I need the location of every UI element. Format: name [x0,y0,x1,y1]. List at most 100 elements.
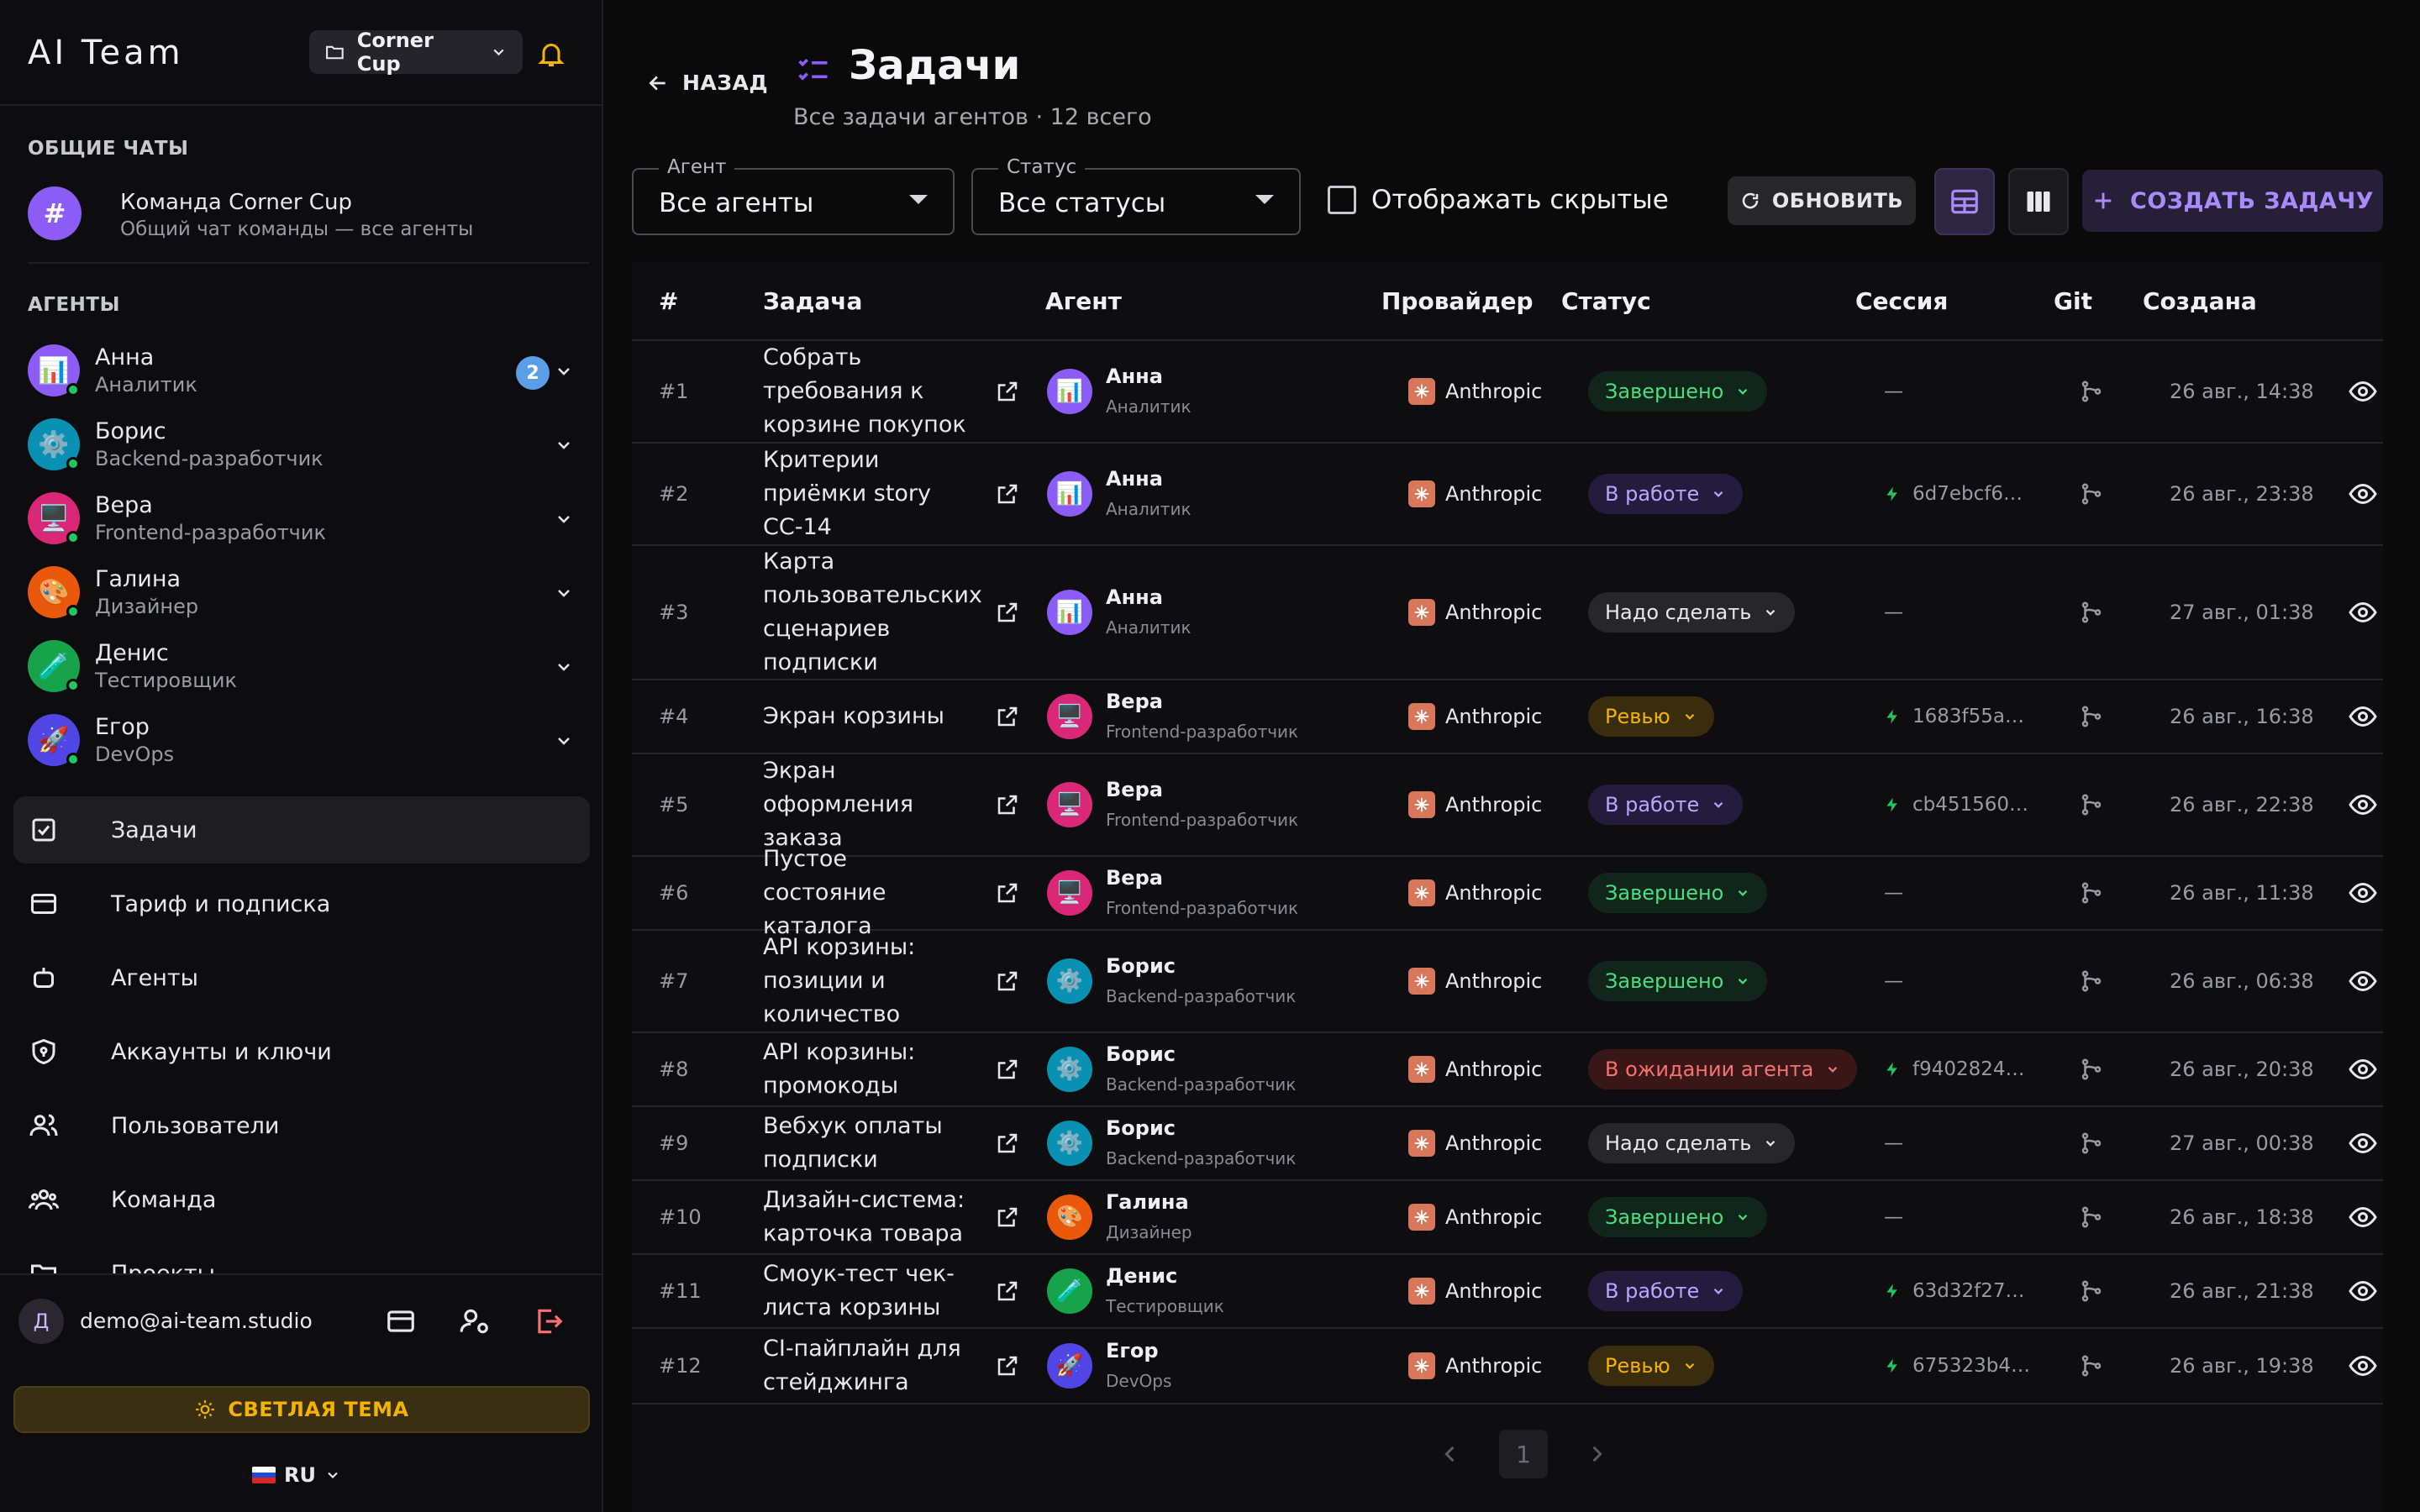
show-hidden-toggle[interactable]: Отображать скрытые [1328,185,1669,215]
sidebar-nav-item[interactable]: Задачи [13,796,590,864]
table-row[interactable]: #7 API корзины: позиции и количество ⚙️ … [632,931,2383,1033]
chevron-right-icon[interactable] [1585,1442,1608,1466]
chevron-down-icon[interactable] [554,361,574,381]
external-link-icon[interactable] [995,704,1020,729]
table-row[interactable]: #1 Собрать требования к корзине покупок … [632,341,2383,444]
show-hidden-checkbox[interactable] [1328,186,1356,214]
task-title[interactable]: Экран корзины [763,700,973,733]
git-branch-icon[interactable] [2079,792,2104,817]
eye-icon[interactable] [2348,1202,2378,1232]
git-branch-icon[interactable] [2079,1205,2104,1230]
table-row[interactable]: #4 Экран корзины 🖥️ Вера Frontend-разраб… [632,680,2383,754]
status-filter-select[interactable]: Статус Все статусы [971,156,1301,235]
status-badge[interactable]: В работе [1588,1271,1744,1311]
eye-icon[interactable] [2348,1276,2378,1306]
table-row[interactable]: #11 Смоук-тест чек-листа корзины 🧪 Денис… [632,1255,2383,1329]
bell-icon[interactable] [536,39,566,69]
eye-icon[interactable] [2348,376,2378,407]
sidebar-agent-item[interactable]: 🧪 Денис Тестировщик [28,632,582,699]
eye-icon[interactable] [2348,1054,2378,1084]
session-id[interactable]: f9402824… [1912,1058,2025,1080]
light-theme-button[interactable]: СВЕТЛАЯ ТЕМА [13,1386,590,1433]
task-title[interactable]: Критерии приёмки story CC-14 [763,444,973,544]
external-link-icon[interactable] [995,1131,1020,1156]
session-id[interactable]: 1683f55a… [1912,706,2024,727]
task-title[interactable]: API корзины: промокоды [763,1036,973,1103]
table-row[interactable]: #12 CI-пайплайн для стейджинга 🚀 Егор De… [632,1329,2383,1404]
credit-card-icon[interactable] [385,1305,417,1337]
task-title[interactable]: CI-пайплайн для стейджинга [763,1332,973,1399]
session-id[interactable]: cb451560… [1912,794,2028,816]
sidebar-agent-item[interactable]: 🎨 Галина Дизайнер [28,558,582,625]
status-badge[interactable]: В ожидании агента [1588,1049,1858,1089]
table-view-button[interactable] [1934,168,1995,235]
eye-icon[interactable] [2348,701,2378,732]
agent-filter-select[interactable]: Агент Все агенты [632,156,955,235]
git-branch-icon[interactable] [2079,1353,2104,1378]
git-branch-icon[interactable] [2079,1057,2104,1082]
sidebar-nav-item[interactable]: Тариф и подписка [13,870,590,937]
git-branch-icon[interactable] [2079,481,2104,507]
task-title[interactable]: API корзины: позиции и количество [763,931,973,1032]
git-branch-icon[interactable] [2079,1278,2104,1304]
external-link-icon[interactable] [995,1057,1020,1082]
sidebar-nav-item[interactable]: Аккаунты и ключи [13,1018,590,1085]
git-branch-icon[interactable] [2079,704,2104,729]
eye-icon[interactable] [2348,479,2378,509]
status-badge[interactable]: Завершено [1588,961,1768,1001]
eye-icon[interactable] [2348,1351,2378,1381]
task-title[interactable]: Экран оформления заказа [763,754,973,855]
refresh-button[interactable]: ОБНОВИТЬ [1728,176,1916,225]
git-branch-icon[interactable] [2079,1131,2104,1156]
git-branch-icon[interactable] [2079,880,2104,906]
status-badge[interactable]: Надо сделать [1588,1123,1796,1163]
task-title[interactable]: Дизайн-система: карточка товара [763,1184,973,1251]
git-branch-icon[interactable] [2079,379,2104,404]
session-id[interactable]: 6d7ebcf6… [1912,483,2023,505]
team-chat-item[interactable]: # Команда Corner Cup Общий чат команды —… [28,180,574,247]
status-badge[interactable]: В работе [1588,785,1744,825]
sidebar-agent-item[interactable]: 🚀 Егор DevOps [28,706,582,773]
external-link-icon[interactable] [995,600,1020,625]
chevron-left-icon[interactable] [1439,1442,1462,1466]
back-button[interactable]: НАЗАД [647,71,768,95]
session-id[interactable]: 63d32f27… [1912,1280,2025,1302]
task-title[interactable]: Смоук-тест чек-листа корзины [763,1257,973,1325]
git-branch-icon[interactable] [2079,600,2104,625]
external-link-icon[interactable] [995,1278,1020,1304]
table-row[interactable]: #8 API корзины: промокоды ⚙️ Борис Backe… [632,1033,2383,1107]
board-view-button[interactable] [2008,168,2069,235]
table-row[interactable]: #6 Пустое состояние каталога 🖥️ Вера Fro… [632,846,2383,939]
page-button-current[interactable]: 1 [1499,1430,1548,1478]
eye-icon[interactable] [2348,878,2378,908]
create-task-button[interactable]: СОЗДАТЬ ЗАДАЧУ [2082,170,2383,232]
external-link-icon[interactable] [995,792,1020,817]
status-badge[interactable]: Ревью [1588,1346,1714,1386]
eye-icon[interactable] [2348,597,2378,627]
table-row[interactable]: #5 Экран оформления заказа 🖥️ Вера Front… [632,754,2383,857]
status-badge[interactable]: Ревью [1588,696,1714,737]
external-link-icon[interactable] [995,481,1020,507]
external-link-icon[interactable] [995,1205,1020,1230]
status-badge[interactable]: В работе [1588,474,1744,514]
status-badge[interactable]: Надо сделать [1588,592,1796,633]
user-settings-icon[interactable] [459,1305,491,1337]
sidebar-nav-item[interactable]: Команда [13,1166,590,1233]
task-title[interactable]: Вебхук оплаты подписки [763,1110,973,1177]
table-row[interactable]: #2 Критерии приёмки story CC-14 📊 Анна А… [632,444,2383,546]
external-link-icon[interactable] [995,1353,1020,1378]
logout-icon[interactable] [533,1305,565,1337]
status-badge[interactable]: Завершено [1588,371,1768,412]
status-badge[interactable]: Завершено [1588,1197,1768,1237]
session-id[interactable]: 675323b4… [1912,1355,2030,1377]
status-badge[interactable]: Завершено [1588,873,1768,913]
language-selector[interactable]: RU [252,1463,341,1487]
sidebar-agent-item[interactable]: ⚙️ Борис Backend-разработчик [28,410,582,477]
table-row[interactable]: #9 Вебхук оплаты подписки ⚙️ Борис Backe… [632,1107,2383,1181]
task-title[interactable]: Собрать требования к корзине покупок [763,341,973,442]
external-link-icon[interactable] [995,880,1020,906]
chevron-down-icon[interactable] [554,435,574,455]
task-title[interactable]: Пустое состояние каталога [763,843,973,943]
project-selector[interactable]: Corner Cup [309,29,523,76]
chevron-down-icon[interactable] [554,657,574,677]
